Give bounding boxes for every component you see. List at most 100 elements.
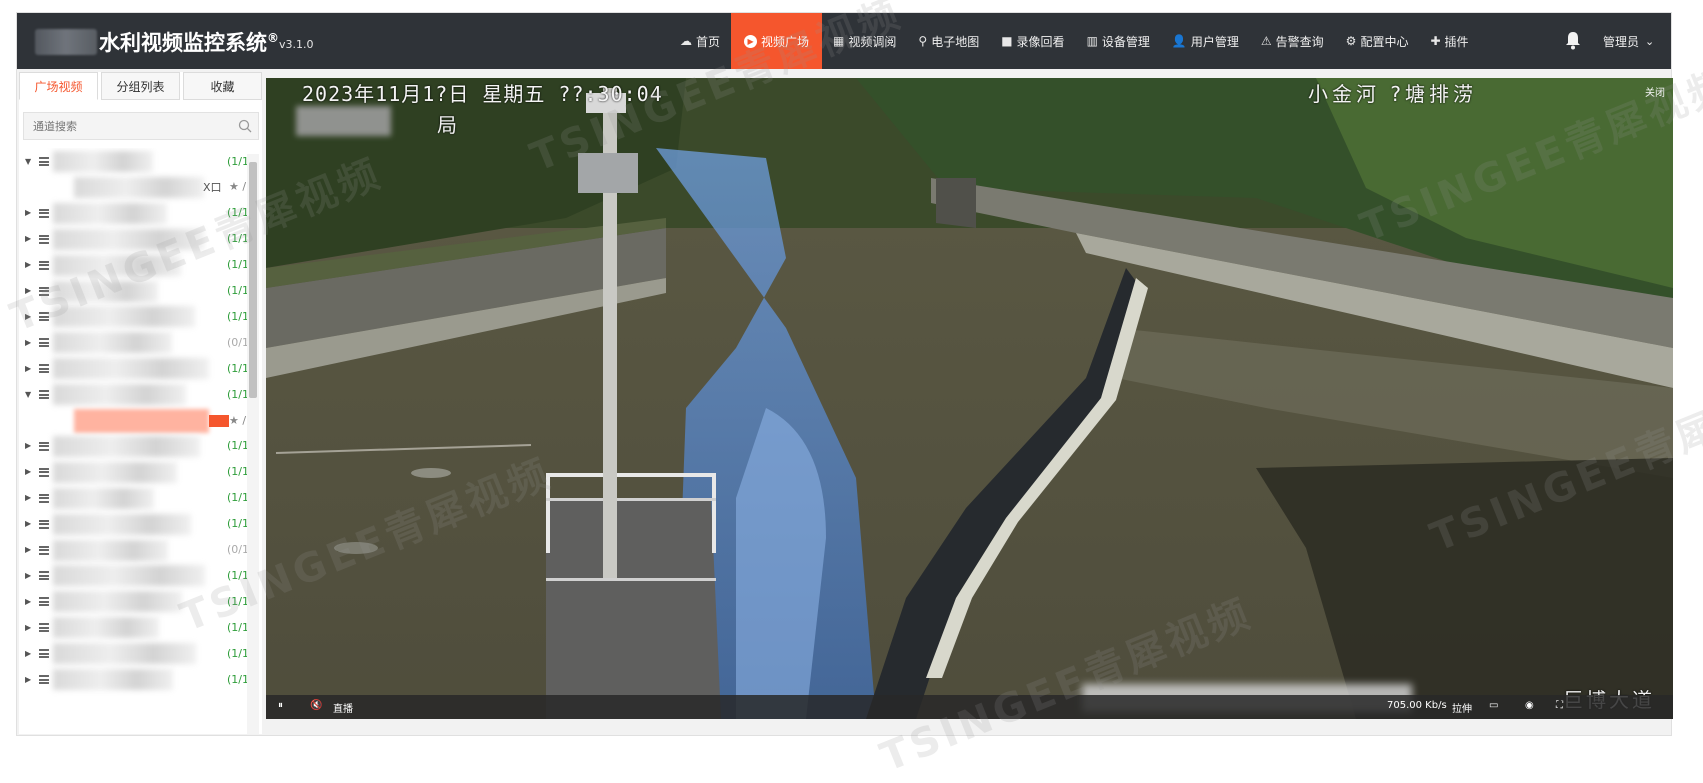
channel-search	[23, 112, 259, 140]
tree-group-item[interactable]: ▶ (0/1	[19, 329, 247, 355]
caret-right-icon[interactable]: ▶	[25, 260, 35, 269]
tree-group-item[interactable]: ▶ (1/1	[19, 562, 247, 588]
online-count: (1/1	[227, 491, 247, 505]
caret-right-icon[interactable]: ▶	[25, 364, 35, 373]
tab-group-list[interactable]: 分组列表	[101, 72, 180, 100]
tree-group-item[interactable]: ▶ (1/1	[19, 666, 247, 692]
device-group-icon	[39, 519, 49, 529]
search-icon[interactable]	[238, 119, 252, 133]
cloud-icon: ☁	[680, 34, 692, 48]
caret-right-icon[interactable]: ▶	[25, 234, 35, 243]
device-icon: ▥	[1086, 34, 1098, 48]
device-group-icon	[39, 157, 49, 166]
tree-group-item[interactable]: ▶ (1/1	[19, 355, 247, 381]
device-group-icon	[39, 493, 49, 503]
tree-group-item[interactable]: ▶ (0/1	[19, 537, 247, 563]
app-version: v3.1.0	[279, 38, 314, 51]
tree-group-item[interactable]: ▶ (1/1	[19, 614, 247, 640]
osd-bureau: 局	[437, 113, 457, 137]
fullscreen-icon[interactable]: ⛶	[1556, 700, 1563, 711]
alarm-icon: ⚠	[1260, 34, 1272, 48]
online-count: (1/1	[227, 594, 247, 608]
tree-group-item[interactable]: ▶ (1/1	[19, 588, 247, 614]
user-menu[interactable]: 管理员 ⌄	[1603, 33, 1654, 50]
tree-group-item[interactable]: ▶ (1/1	[19, 485, 247, 511]
pause-icon[interactable]: ⏸	[278, 700, 283, 711]
online-count: (1/1	[227, 439, 247, 453]
star-icon[interactable]: ★ /	[229, 180, 246, 193]
tree-group-item[interactable]: ▶ (1/1	[19, 200, 247, 226]
caret-right-icon[interactable]: ▶	[25, 338, 35, 347]
nav-label: 用户管理	[1190, 34, 1239, 49]
close-video-button[interactable]: 关闭	[1645, 84, 1665, 99]
tree-group-item[interactable]: ▼ (1/1	[19, 148, 247, 174]
tree-group-item[interactable]: ▶ (1/1	[19, 303, 247, 329]
tree-group-item[interactable]: ▶ (1/1	[19, 433, 247, 459]
online-count: (1/1	[227, 568, 247, 582]
caret-right-icon[interactable]: ▶	[25, 519, 35, 528]
caret-right-icon[interactable]: ▶	[25, 286, 35, 295]
video-player[interactable]: 2023年11月1?日 星期五 ??:30:04 小金河 ?塘排涝 局 关闭 巨…	[266, 78, 1673, 719]
tree-group-item[interactable]: ▶ (1/1	[19, 278, 247, 304]
online-count: (1/1	[227, 465, 247, 479]
scrollbar-thumb[interactable]	[249, 162, 257, 398]
tree-group-item[interactable]: ▶ (1/1	[19, 640, 247, 666]
redacted-label	[53, 461, 177, 483]
bell-icon[interactable]	[1562, 29, 1584, 51]
tree-scrollbar[interactable]	[247, 154, 259, 734]
caret-right-icon[interactable]: ▶	[25, 208, 35, 217]
redacted-label	[53, 151, 153, 172]
redacted-label	[53, 539, 168, 561]
caret-right-icon[interactable]: ▶	[25, 493, 35, 502]
mute-icon[interactable]: 🔇	[310, 700, 322, 711]
osd-location: 小金河 ?塘排涝	[1308, 82, 1477, 106]
device-group-icon	[39, 234, 49, 244]
nav-plugins[interactable]: ✚ 插件	[1419, 13, 1479, 69]
nav-recording-playback[interactable]: ■ 录像回看	[990, 13, 1075, 69]
device-group-icon	[39, 312, 49, 322]
caret-right-icon[interactable]: ▶	[25, 597, 35, 606]
nav-label: 插件	[1444, 34, 1469, 49]
online-count: (1/1	[227, 517, 247, 531]
online-count: (1/1	[227, 154, 247, 168]
caret-down-icon[interactable]: ▼	[25, 390, 35, 399]
tree-group-item[interactable]: ▶ (1/1	[19, 252, 247, 278]
caret-right-icon[interactable]: ▶	[25, 441, 35, 450]
device-group-icon	[39, 623, 49, 633]
star-icon[interactable]: ★ /	[229, 414, 246, 427]
stretch-button[interactable]: 拉伸	[1452, 700, 1472, 715]
channel-item[interactable]: ★ /	[19, 407, 247, 433]
nav-device-management[interactable]: ▥ 设备管理	[1076, 13, 1161, 69]
nav-user-management[interactable]: 👤 用户管理	[1161, 13, 1250, 69]
live-label: 直播	[333, 704, 353, 715]
caret-down-icon[interactable]: ▼	[25, 157, 35, 166]
caret-right-icon[interactable]: ▶	[25, 675, 35, 684]
tree-group-item[interactable]: ▶ (1/1	[19, 459, 247, 485]
caret-right-icon[interactable]: ▶	[25, 649, 35, 658]
online-count: (0/1	[227, 335, 247, 349]
nav-home[interactable]: ☁ 首页	[669, 13, 731, 69]
nav-alarm-query[interactable]: ⚠ 告警查询	[1250, 13, 1335, 69]
caret-right-icon[interactable]: ▶	[25, 312, 35, 321]
sidebar-tabs: 广场视频 分组列表 收藏	[19, 72, 262, 102]
tab-plaza-video[interactable]: 广场视频	[19, 72, 98, 100]
tab-favorites[interactable]: 收藏	[183, 72, 262, 100]
nav-electronic-map[interactable]: ⚲ 电子地图	[907, 13, 990, 69]
caret-right-icon[interactable]: ▶	[25, 545, 35, 554]
nav-video-review[interactable]: ▦ 视频调阅	[822, 13, 907, 69]
tree-group-item[interactable]: ▼ (1/1	[19, 381, 247, 407]
caret-right-icon[interactable]: ▶	[25, 623, 35, 632]
snapshot-icon[interactable]: ◉	[1525, 700, 1534, 711]
tree-group-item[interactable]: ▶ (1/1	[19, 226, 247, 252]
nav-video-plaza[interactable]: ▶ 视频广场	[731, 13, 823, 69]
caret-right-icon[interactable]: ▶	[25, 467, 35, 476]
nav-config-center[interactable]: ⚙ 配置中心	[1335, 13, 1420, 69]
search-input[interactable]	[24, 119, 224, 133]
nav-label: 设备管理	[1101, 34, 1150, 49]
caret-right-icon[interactable]: ▶	[25, 571, 35, 580]
channel-item[interactable]: X口 ★ /	[19, 174, 247, 200]
screen-mode-icon[interactable]: ▭	[1489, 700, 1498, 711]
online-count: (1/1	[227, 206, 247, 220]
tree-group-item[interactable]: ▶ (1/1	[19, 511, 247, 537]
redacted-label	[53, 435, 200, 457]
